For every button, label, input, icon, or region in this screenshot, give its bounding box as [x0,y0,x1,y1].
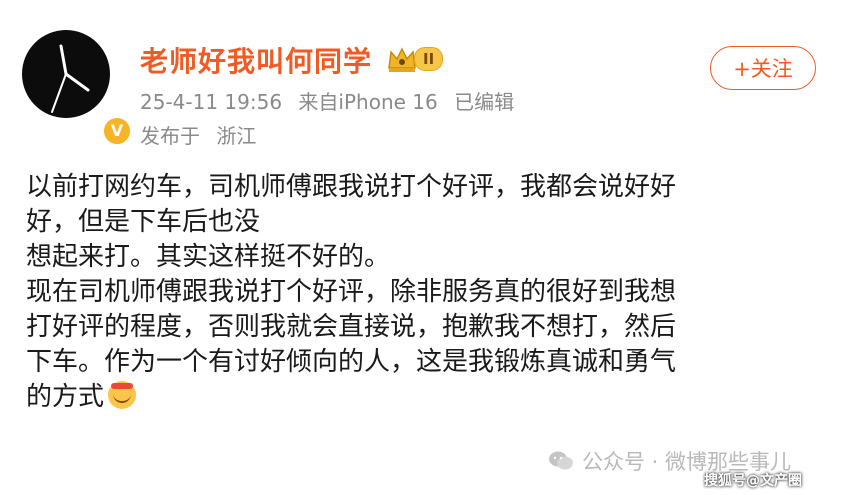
location-value: 浙江 [216,124,257,148]
post-header: V 老师好我叫何同学 II 25-4-11 19:56 来自iPhone 16 … [0,0,844,170]
wechat-icon [549,451,573,470]
post-body-line: 想起来打。其实这样挺不好的。 [26,242,391,272]
post-body-line: 打好评的程度，否则我就会直接说，抱歉我不想打，然后 [26,312,677,342]
location-label: 发布于 [140,124,200,148]
follow-button[interactable]: +关注 [710,46,816,90]
post-datetime: 25-4-11 19:56 [140,90,283,114]
post-body-line: 以前打网约车，司机师傅跟我说打个好评，我都会说好好 [26,172,677,202]
post-body-line: 的方式 [26,382,105,412]
vip-badge[interactable]: II [386,44,444,74]
blush-emoji-icon [108,381,137,409]
post-body-line: 现在司机师傅跟我说打个好评，除非服务真的很好到我想 [26,277,677,307]
username[interactable]: 老师好我叫何同学 [140,40,372,80]
post-body-line: 下车。作为一个有讨好倾向的人，这是我锻炼真诚和勇气 [26,347,677,377]
sohu-watermark: 搜狐号@文产圈 [704,473,802,489]
verified-badge-icon: V [102,116,132,146]
post-body-line: 好，但是下车后也没 [26,207,261,237]
post-location: 发布于 浙江 [140,120,266,149]
avatar-image [51,44,90,113]
post-body: 以前打网约车，司机师傅跟我说打个好评，我都会说好好 好，但是下车后也没 想起来打… [26,170,826,415]
avatar[interactable]: V [22,30,132,146]
vip-level: II [414,47,444,71]
post-source: 来自iPhone 16 [298,90,438,114]
post-edited-flag[interactable]: 已编辑 [454,90,514,114]
post-meta: 25-4-11 19:56 来自iPhone 16 已编辑 [140,86,524,115]
post-body-last-line: 的方式 [26,380,826,415]
